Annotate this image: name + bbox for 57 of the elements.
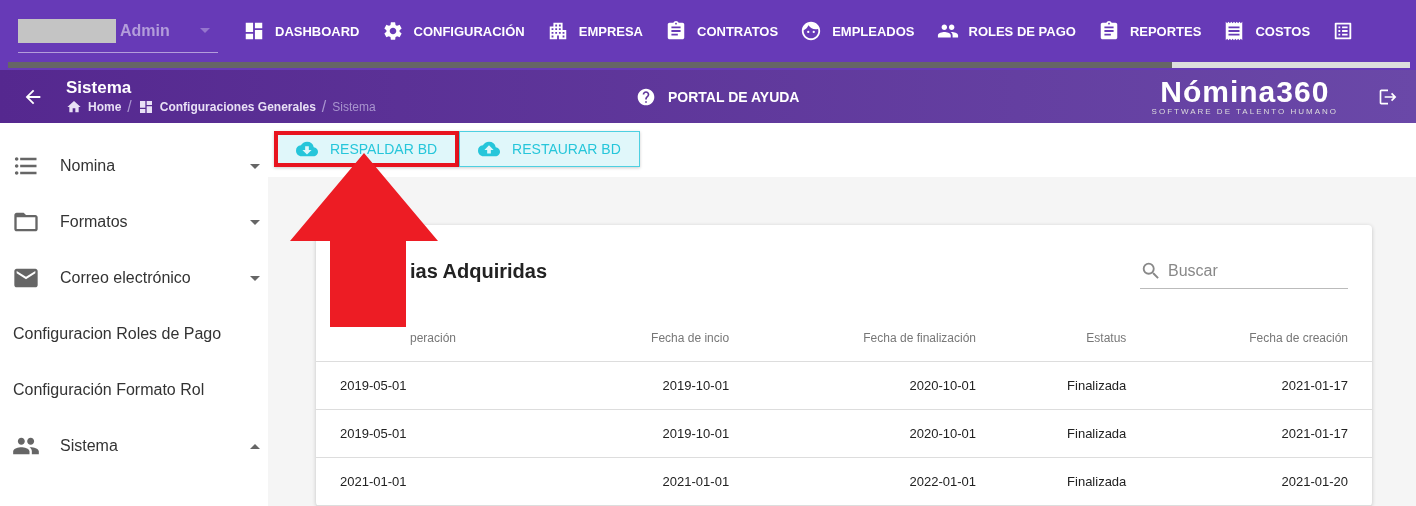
nav-item[interactable]: CONFIGURACIÓN (370, 20, 536, 42)
column-header[interactable]: Estatus (1000, 321, 1151, 362)
breadcrumb-separator: / (321, 97, 327, 116)
clipboard-icon (665, 20, 687, 42)
user-label: Admin (120, 21, 171, 40)
sidebar-item[interactable]: Nomina (0, 138, 268, 194)
card-title: ias Adquiridas (410, 259, 548, 283)
sidebar-item[interactable]: Sistema (0, 418, 268, 474)
nav-item[interactable]: DASHBOARD (232, 20, 371, 42)
logo-tagline: SOFTWARE DE TALENTO HUMANO (1151, 107, 1338, 116)
table-cell: 2020-10-01 (753, 361, 1000, 410)
table-cell: 2019-10-01 (568, 409, 754, 458)
breadcrumb-link[interactable]: Home (88, 99, 122, 114)
table-cell: 2021-01-01 (316, 457, 569, 506)
column-header[interactable]: Fecha de finalización (753, 321, 1000, 362)
logo-name: Nómina360 (1160, 77, 1330, 107)
search-field[interactable]: Buscar (1168, 257, 1344, 284)
table-cell: 2021-01-20 (1150, 457, 1372, 506)
table-cell: 2021-01-01 (568, 457, 754, 506)
table-cell: 2019-05-01 (316, 361, 569, 410)
face-icon (800, 20, 823, 42)
nav-item[interactable]: REPORTES (1086, 20, 1213, 42)
nav-item[interactable]: CONTRATOS (654, 20, 790, 42)
home-icon (66, 98, 82, 115)
sidebar-label: Nomina (60, 157, 117, 175)
sidebar-label: Formatos (60, 213, 129, 231)
dashboard-icon (137, 98, 154, 115)
sidebar-item[interactable]: Formatos (0, 194, 268, 250)
table-cell: 2019-10-01 (568, 361, 754, 410)
breadcrumb-link[interactable]: Configuraciones Generales (159, 99, 316, 114)
breadcrumb-separator: / (127, 97, 132, 116)
table-cell: 2022-01-01 (753, 457, 1000, 506)
help-icon (636, 86, 656, 107)
sidebar-label: Sistema (60, 437, 119, 455)
nav-item[interactable]: ROLES DE PAGO (925, 20, 1087, 42)
table-cell: 2019-05-01 (316, 409, 569, 458)
table-cell: 2021-01-17 (1150, 361, 1372, 410)
table-cell: Finalizada (1000, 457, 1151, 506)
column-header[interactable]: Fecha de creación (1150, 321, 1372, 362)
table-cell: 2020-10-01 (753, 409, 1000, 458)
dashboard-icon (243, 20, 265, 42)
settings-icon (381, 20, 404, 42)
sidebar-item[interactable]: Configuración Formato Rol (0, 362, 268, 418)
column-header[interactable]: Fecha de incio (568, 321, 754, 362)
nav-item[interactable]: EMPLEADOS (789, 20, 926, 42)
dropdown-icon (200, 28, 210, 33)
help-link[interactable]: PORTAL DE AYUDA (668, 88, 1152, 105)
sidebar-label: Correo electrónico (60, 269, 192, 287)
breadcrumb-link[interactable]: Sistema (332, 99, 376, 114)
sidebar-item[interactable]: Correo electrónico (0, 250, 268, 306)
table-cell: Finalizada (1000, 361, 1151, 410)
nav-item[interactable]: EMPRESA (535, 20, 654, 42)
table-cell: Finalizada (1000, 409, 1151, 458)
nav-item[interactable]: COSTOS (1212, 20, 1322, 42)
sidebar-item[interactable]: Configuracion Roles de Pago (0, 306, 268, 362)
table-cell: 2021-01-17 (1150, 409, 1372, 458)
page-title: Sistema (66, 77, 133, 98)
